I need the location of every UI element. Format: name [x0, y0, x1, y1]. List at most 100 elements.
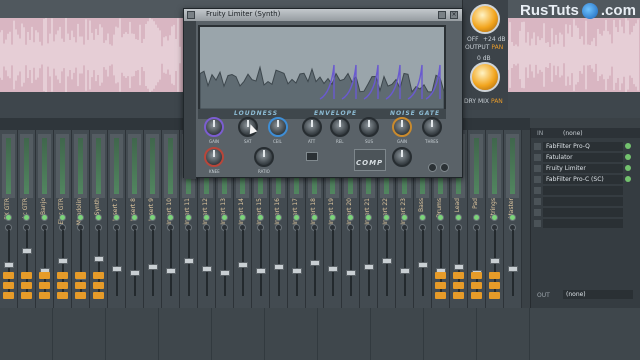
route-button[interactable] — [435, 282, 446, 289]
mute-led[interactable] — [473, 214, 480, 221]
route-button[interactable] — [39, 272, 50, 279]
slot-toggle[interactable] — [534, 198, 541, 205]
volume-fader[interactable] — [94, 256, 104, 262]
fx-slot[interactable]: FabFilter Pro-C (SC) — [543, 175, 623, 184]
tab-noise-gate[interactable]: NOISE GATE — [390, 110, 440, 117]
volume-fader[interactable] — [274, 264, 284, 270]
volume-fader[interactable] — [4, 262, 14, 268]
mixer-strip[interactable]: Insert 10 — [162, 130, 180, 308]
slot-enable-led[interactable] — [625, 154, 631, 160]
mute-led[interactable] — [491, 214, 498, 221]
close-icon[interactable]: × — [450, 11, 458, 19]
volume-fader[interactable] — [256, 268, 266, 274]
mute-led[interactable] — [419, 214, 426, 221]
att-knob[interactable] — [302, 117, 322, 137]
route-button[interactable] — [57, 282, 68, 289]
mixer-strip[interactable]: Ac GTR — [18, 130, 36, 308]
volume-fader[interactable] — [382, 258, 392, 264]
route-button[interactable] — [453, 292, 464, 299]
slot-enable-led[interactable] — [625, 176, 631, 182]
knee-knob[interactable] — [204, 147, 224, 167]
route-button[interactable] — [75, 272, 86, 279]
volume-fader[interactable] — [508, 266, 518, 272]
mode-button[interactable] — [306, 152, 318, 161]
mute-led[interactable] — [455, 214, 462, 221]
route-button[interactable] — [453, 282, 464, 289]
route-button[interactable] — [75, 292, 86, 299]
route-button[interactable] — [93, 282, 104, 289]
slot-toggle[interactable] — [534, 187, 541, 194]
slot-toggle[interactable] — [534, 165, 541, 172]
volume-fader[interactable] — [346, 270, 356, 276]
volume-fader[interactable] — [400, 268, 410, 274]
mute-led[interactable] — [149, 214, 156, 221]
fx-slot[interactable]: Fruity Limiter — [543, 164, 623, 173]
mute-led[interactable] — [239, 214, 246, 221]
mute-led[interactable] — [59, 214, 66, 221]
route-button[interactable] — [489, 292, 500, 299]
next-icon[interactable] — [440, 163, 449, 172]
mute-led[interactable] — [77, 214, 84, 221]
mute-led[interactable] — [41, 214, 48, 221]
mute-led[interactable] — [5, 214, 12, 221]
slot-toggle[interactable] — [534, 143, 541, 150]
route-button[interactable] — [453, 272, 464, 279]
volume-fader[interactable] — [22, 248, 32, 254]
route-button[interactable] — [435, 272, 446, 279]
fx-slot[interactable] — [543, 186, 623, 195]
mixer-strip[interactable]: Banjo — [36, 130, 54, 308]
volume-fader[interactable] — [238, 262, 248, 268]
fx-slot[interactable] — [543, 219, 623, 228]
mute-led[interactable] — [509, 214, 516, 221]
mute-led[interactable] — [131, 214, 138, 221]
mute-led[interactable] — [167, 214, 174, 221]
volume-fader[interactable] — [364, 264, 374, 270]
mute-led[interactable] — [185, 214, 192, 221]
mute-led[interactable] — [311, 214, 318, 221]
prev-icon[interactable] — [428, 163, 437, 172]
volume-fader[interactable] — [58, 258, 68, 264]
route-button[interactable] — [489, 272, 500, 279]
route-button[interactable] — [21, 292, 32, 299]
volume-fader[interactable] — [166, 268, 176, 274]
menu-icon[interactable] — [187, 11, 195, 19]
route-button[interactable] — [471, 282, 482, 289]
route-button[interactable] — [471, 292, 482, 299]
mute-led[interactable] — [221, 214, 228, 221]
fx-slot[interactable] — [543, 208, 623, 217]
volume-fader[interactable] — [184, 258, 194, 264]
mixer-strip[interactable]: Mandolin — [72, 130, 90, 308]
mixer-strip[interactable]: Elec GTR — [54, 130, 72, 308]
mute-led[interactable] — [113, 214, 120, 221]
fx-slot[interactable]: FabFilter Pro-Q — [543, 142, 623, 151]
slot-enable-led[interactable] — [625, 165, 631, 171]
ceil-knob[interactable] — [268, 117, 288, 137]
fx-out-select[interactable]: (none) — [563, 290, 633, 299]
tab-envelope[interactable]: ENVELOPE — [314, 110, 357, 117]
route-button[interactable] — [75, 282, 86, 289]
route-button[interactable] — [93, 292, 104, 299]
mute-led[interactable] — [203, 214, 210, 221]
route-button[interactable] — [3, 292, 14, 299]
route-button[interactable] — [471, 272, 482, 279]
slot-enable-led[interactable] — [625, 143, 631, 149]
route-button[interactable] — [21, 272, 32, 279]
mixer-strip[interactable]: Master — [504, 130, 522, 308]
preset-bar[interactable] — [184, 21, 196, 179]
volume-fader[interactable] — [130, 270, 140, 276]
mixer-strip[interactable]: Strings — [486, 130, 504, 308]
fx-slot[interactable] — [543, 197, 623, 206]
mute-led[interactable] — [95, 214, 102, 221]
route-button[interactable] — [57, 272, 68, 279]
route-button[interactable] — [489, 282, 500, 289]
mixer-strip[interactable]: FX GTR — [0, 130, 18, 308]
volume-fader[interactable] — [292, 268, 302, 274]
route-button[interactable] — [57, 292, 68, 299]
route-button[interactable] — [435, 292, 446, 299]
route-button[interactable] — [93, 272, 104, 279]
mute-led[interactable] — [437, 214, 444, 221]
ratio-knob[interactable] — [254, 147, 274, 167]
route-button[interactable] — [3, 272, 14, 279]
route-button[interactable] — [21, 282, 32, 289]
fx-in-bar[interactable]: IN (none) — [531, 128, 640, 138]
